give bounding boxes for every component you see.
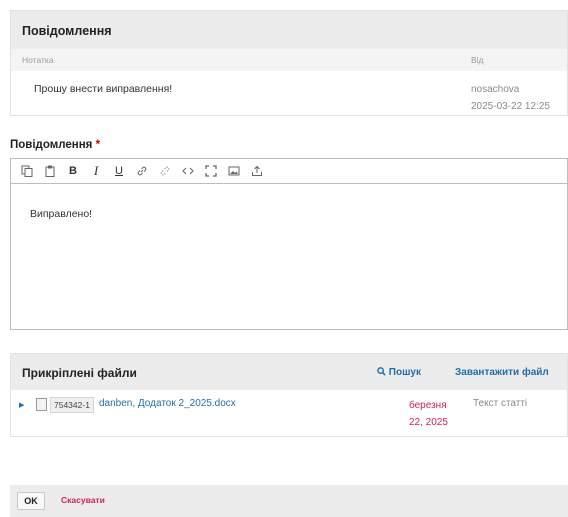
fullscreen-icon[interactable] — [201, 161, 221, 181]
underline-icon[interactable]: U — [109, 161, 129, 181]
search-files-link[interactable]: Пошук — [377, 367, 421, 378]
file-row[interactable]: ▶ 754342-1 danben, Додаток 2_2025.docx б… — [11, 390, 567, 438]
paste-icon[interactable] — [40, 161, 60, 181]
message-author: nosachova — [471, 84, 520, 95]
ok-button[interactable]: OK — [17, 492, 45, 510]
attached-files-panel: Прикріплені файли Пошук Завантажити файл… — [10, 353, 568, 437]
unlink-icon[interactable] — [155, 161, 175, 181]
message-note: Прошу внести виправлення! — [34, 83, 173, 95]
column-note: Нотатка — [22, 55, 54, 65]
code-icon[interactable] — [178, 161, 198, 181]
editor-label: Повідомлення * — [10, 139, 100, 151]
bold-icon[interactable]: B — [63, 161, 83, 181]
messages-title: Повідомлення — [11, 11, 567, 49]
copy-icon[interactable] — [17, 161, 37, 181]
editor-toolbar: B I U — [11, 159, 567, 184]
column-from: Від — [471, 55, 484, 65]
expand-arrow-icon[interactable]: ▶ — [19, 401, 24, 409]
required-mark: * — [95, 139, 101, 151]
file-date-line2: 22, 2025 — [409, 417, 448, 428]
image-icon[interactable] — [224, 161, 244, 181]
attached-files-header: Прикріплені файли Пошук Завантажити файл — [11, 354, 567, 390]
file-name-link[interactable]: danben, Додаток 2_2025.docx — [99, 398, 236, 409]
search-files-label: Пошук — [388, 367, 421, 378]
attached-files-title: Прикріплені файли — [22, 366, 137, 380]
editor-label-text: Повідомлення — [10, 139, 93, 151]
link-icon[interactable] — [132, 161, 152, 181]
editor-content[interactable]: Виправлено! — [11, 184, 567, 220]
messages-header-row: Нотатка Від — [11, 49, 567, 71]
italic-icon[interactable]: I — [86, 161, 106, 181]
message-editor: B I U Виправлено! — [10, 158, 568, 330]
upload-icon[interactable] — [247, 161, 267, 181]
form-footer: OK Скасувати — [10, 485, 568, 517]
messages-panel: Повідомлення Нотатка Від Прошу внести ви… — [10, 10, 568, 116]
file-date-line1: березня — [409, 400, 447, 411]
search-icon — [377, 367, 386, 376]
cancel-link[interactable]: Скасувати — [61, 495, 105, 505]
upload-file-link[interactable]: Завантажити файл — [455, 367, 549, 378]
message-row[interactable]: Прошу внести виправлення! nosachova 2025… — [11, 71, 567, 117]
document-icon — [36, 398, 47, 411]
message-date: 2025-03-22 12:25 — [471, 101, 550, 112]
file-id-badge: 754342-1 — [50, 397, 94, 413]
file-date: березня 22, 2025 — [409, 397, 448, 431]
editor-text: Виправлено! — [30, 208, 93, 220]
message-from: nosachova 2025-03-22 12:25 — [471, 81, 550, 115]
file-type: Текст статті — [473, 398, 528, 409]
